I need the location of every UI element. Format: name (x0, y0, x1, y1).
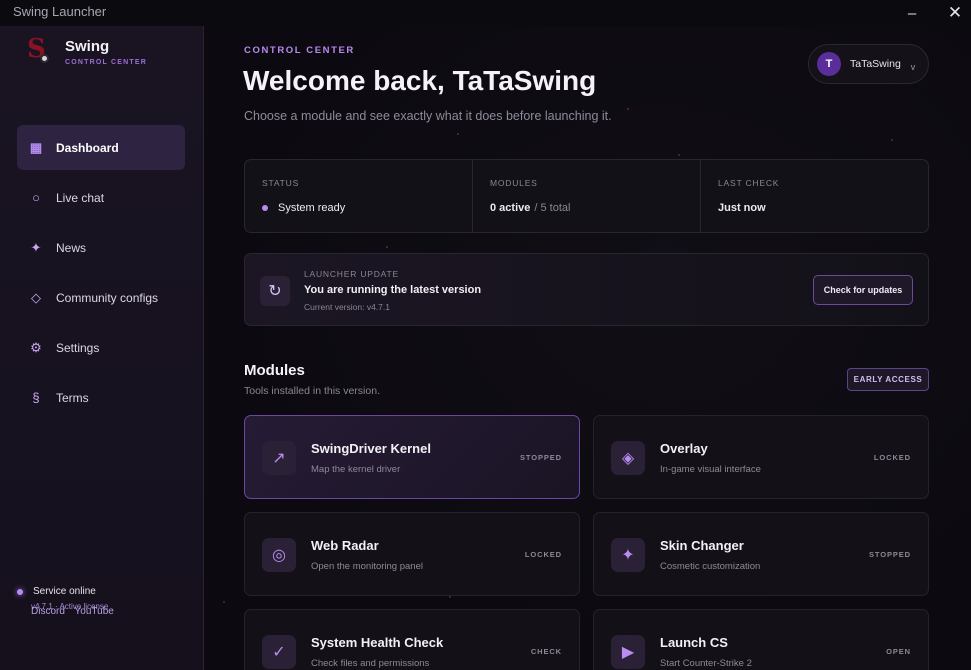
module-desc: Check files and permissions (311, 658, 430, 669)
radar-icon: ◎ (262, 538, 296, 572)
stat-value: Just now (718, 202, 766, 214)
sparkle-icon: ✦ (611, 538, 645, 572)
user-name: TaTaSwing (850, 58, 901, 70)
update-panel: ↻ LAUNCHER UPDATE You are running the la… (244, 253, 929, 326)
sidebar: S Swing CONTROL CENTER ▦ Dashboard ○ Liv… (0, 26, 204, 670)
modules-title: Modules (244, 362, 305, 379)
sidebar-item-label: Live chat (56, 190, 105, 205)
window-title: Swing Launcher (13, 4, 107, 19)
module-name: Launch CS (660, 635, 728, 650)
module-card-overlay[interactable]: ◈ Overlay In-game visual interface LOCKE… (593, 415, 929, 499)
sidebar-item-settings[interactable]: ⚙ Settings (17, 325, 185, 370)
module-name: SwingDriver Kernel (311, 441, 431, 456)
brand-subtitle: CONTROL CENTER (65, 59, 148, 66)
stat-value: 0 active (490, 202, 531, 214)
stat-status: STATUS System ready (245, 160, 473, 232)
module-name: Skin Changer (660, 538, 744, 553)
status-dot (17, 588, 23, 595)
section-icon: § (32, 390, 40, 405)
close-button[interactable]: ✕ (935, 0, 971, 26)
stat-label: MODULES (490, 178, 538, 188)
page-subtitle: Choose a module and see exactly what it … (244, 109, 612, 123)
dashboard-icon: ▦ (29, 139, 43, 155)
chevron-down-icon: v (910, 62, 916, 72)
sidebar-item-news[interactable]: ✦ News (17, 225, 185, 270)
check-icon: ✓ (262, 635, 296, 669)
logo: S (25, 34, 55, 68)
service-status-text: Service online (33, 586, 96, 597)
stat-label: STATUS (262, 178, 300, 188)
stat-modules: MODULES 0 active / 5 total (473, 160, 701, 232)
module-name: Web Radar (311, 538, 379, 553)
avatar: T (817, 52, 841, 76)
overlay-icon: ◈ (611, 441, 645, 475)
stat-label: LAST CHECK (718, 178, 780, 188)
sidebar-item-terms[interactable]: § Terms (17, 375, 185, 420)
module-card-system-health-check[interactable]: ✓ System Health Check Check files and pe… (244, 609, 580, 670)
minimize-button[interactable]: – (892, 0, 932, 26)
arrow-up-right-icon: ↗ (262, 441, 296, 475)
module-card-web-radar[interactable]: ◎ Web Radar Open the monitoring panel LO… (244, 512, 580, 596)
sidebar-item-label: Community configs (56, 290, 159, 305)
brand-name: Swing (65, 38, 110, 55)
brand: S Swing CONTROL CENTER (25, 34, 148, 68)
sidebar-item-community-configs[interactable]: ◇ Community configs (17, 275, 185, 320)
status-dot (262, 205, 268, 211)
module-card-launch-cs[interactable]: ▶ Launch CS Start Counter-Strike 2 OPEN (593, 609, 929, 670)
user-menu[interactable]: T TaTaSwing v (808, 44, 929, 84)
sidebar-item-label: Terms (56, 390, 89, 405)
module-name: System Health Check (311, 635, 444, 650)
sidebar-item-label: Settings (56, 340, 100, 355)
current-version: Current version: v4.7.1 (304, 302, 390, 312)
play-icon: ▶ (611, 635, 645, 669)
module-name: Overlay (660, 441, 708, 456)
module-status: LOCKED (524, 550, 562, 559)
update-label: LAUNCHER UPDATE (304, 269, 399, 279)
page-title: Welcome back, TaTaSwing (243, 65, 597, 96)
title-bar: Swing Launcher – ✕ (0, 0, 971, 26)
module-status: STOPPED (519, 453, 562, 462)
refresh-icon: ↻ (260, 276, 290, 306)
module-desc: Open the monitoring panel (311, 561, 423, 572)
youtube-link[interactable]: YouTube (75, 606, 114, 617)
sidebar-item-live-chat[interactable]: ○ Live chat (17, 175, 185, 220)
stat-last-check: LAST CHECK Just now (701, 160, 928, 232)
gear-icon: ⚙ (30, 339, 42, 355)
chat-icon: ○ (32, 190, 40, 205)
module-status: LOCKED (873, 453, 911, 462)
module-status: STOPPED (868, 550, 911, 559)
diamond-icon: ◇ (31, 289, 41, 305)
module-desc: Cosmetic customization (660, 561, 761, 572)
module-card-skin-changer[interactable]: ✦ Skin Changer Cosmetic customization ST… (593, 512, 929, 596)
sidebar-nav: ▦ Dashboard ○ Live chat ✦ News ◇ Communi… (17, 125, 185, 425)
sidebar-item-label: News (56, 240, 87, 255)
check-updates-button[interactable]: Check for updates (813, 275, 913, 305)
sidebar-item-dashboard[interactable]: ▦ Dashboard (17, 125, 185, 170)
discord-link[interactable]: Discord (31, 606, 65, 617)
module-desc: Map the kernel driver (311, 464, 401, 475)
page-eyebrow: CONTROL CENTER (244, 45, 355, 56)
modules-subtitle: Tools installed in this version. (244, 385, 380, 397)
stat-value: System ready (278, 202, 346, 214)
social-links: Discord YouTube (31, 606, 121, 617)
module-status: CHECK (530, 647, 562, 656)
early-access-badge: EARLY ACCESS (847, 368, 929, 391)
update-title: You are running the latest version (304, 284, 482, 296)
module-desc: Start Counter-Strike 2 (660, 658, 752, 669)
stats-panel: STATUS System ready MODULES 0 active / 5… (244, 159, 929, 233)
main-content: CONTROL CENTER Welcome back, TaTaSwing C… (205, 26, 971, 670)
stat-total: / 5 total (534, 202, 571, 214)
module-status: OPEN (886, 647, 911, 656)
sparkle-icon: ✦ (30, 239, 42, 255)
sidebar-item-label: Dashboard (56, 140, 119, 155)
module-card-swingdriver-kernel[interactable]: ↗ SwingDriver Kernel Map the kernel driv… (244, 415, 580, 499)
module-desc: In-game visual interface (660, 464, 761, 475)
